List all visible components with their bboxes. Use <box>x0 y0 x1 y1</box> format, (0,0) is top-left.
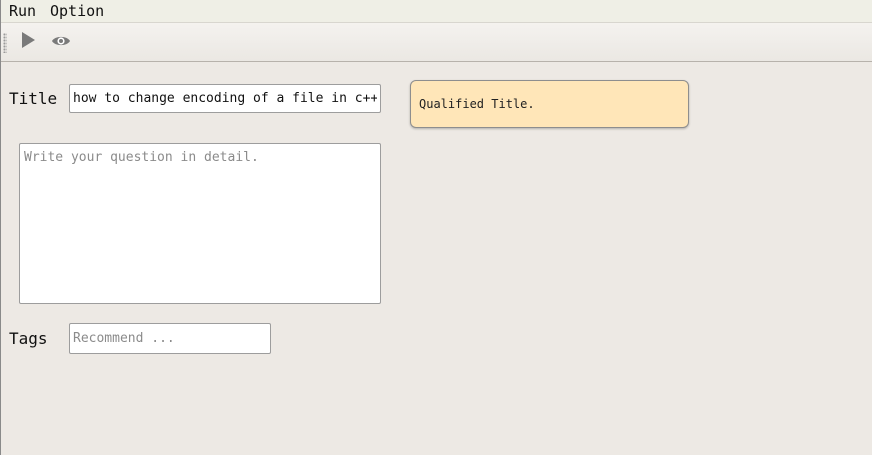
title-label: Title <box>9 89 58 108</box>
tags-label: Tags <box>9 329 48 348</box>
menu-run[interactable]: Run <box>9 2 36 20</box>
title-status-text: Qualified Title. <box>419 97 535 111</box>
play-icon <box>19 31 37 53</box>
menu-option[interactable]: Option <box>50 2 104 20</box>
eye-icon <box>51 33 71 52</box>
title-status-notice: Qualified Title. <box>410 80 689 128</box>
run-button[interactable] <box>16 30 40 54</box>
title-input[interactable] <box>69 84 381 113</box>
menu-bar: Run Option <box>1 0 872 23</box>
preview-button[interactable] <box>49 30 73 54</box>
question-detail-textarea[interactable] <box>19 143 381 304</box>
toolbar <box>1 23 872 62</box>
toolbar-grip-handle[interactable] <box>3 33 7 53</box>
tags-input[interactable] <box>69 323 271 354</box>
app-window: Run Option Title Qualified Title. <box>0 0 872 455</box>
